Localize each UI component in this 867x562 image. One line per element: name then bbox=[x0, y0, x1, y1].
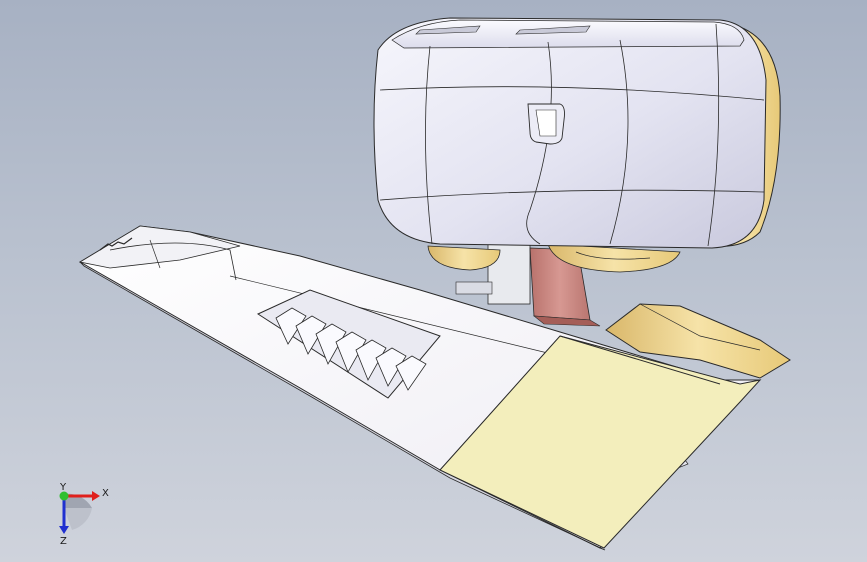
x-axis-label: X bbox=[102, 488, 109, 499]
z-axis-label: Z bbox=[60, 536, 67, 546]
coordinate-triad: X Y Z bbox=[59, 482, 109, 546]
z-axis-arrow bbox=[59, 526, 69, 534]
y-axis-label: Y bbox=[59, 482, 67, 493]
x-axis-arrow bbox=[92, 491, 100, 501]
upper-housing bbox=[373, 17, 781, 249]
3d-model-viewport[interactable] bbox=[0, 0, 867, 562]
